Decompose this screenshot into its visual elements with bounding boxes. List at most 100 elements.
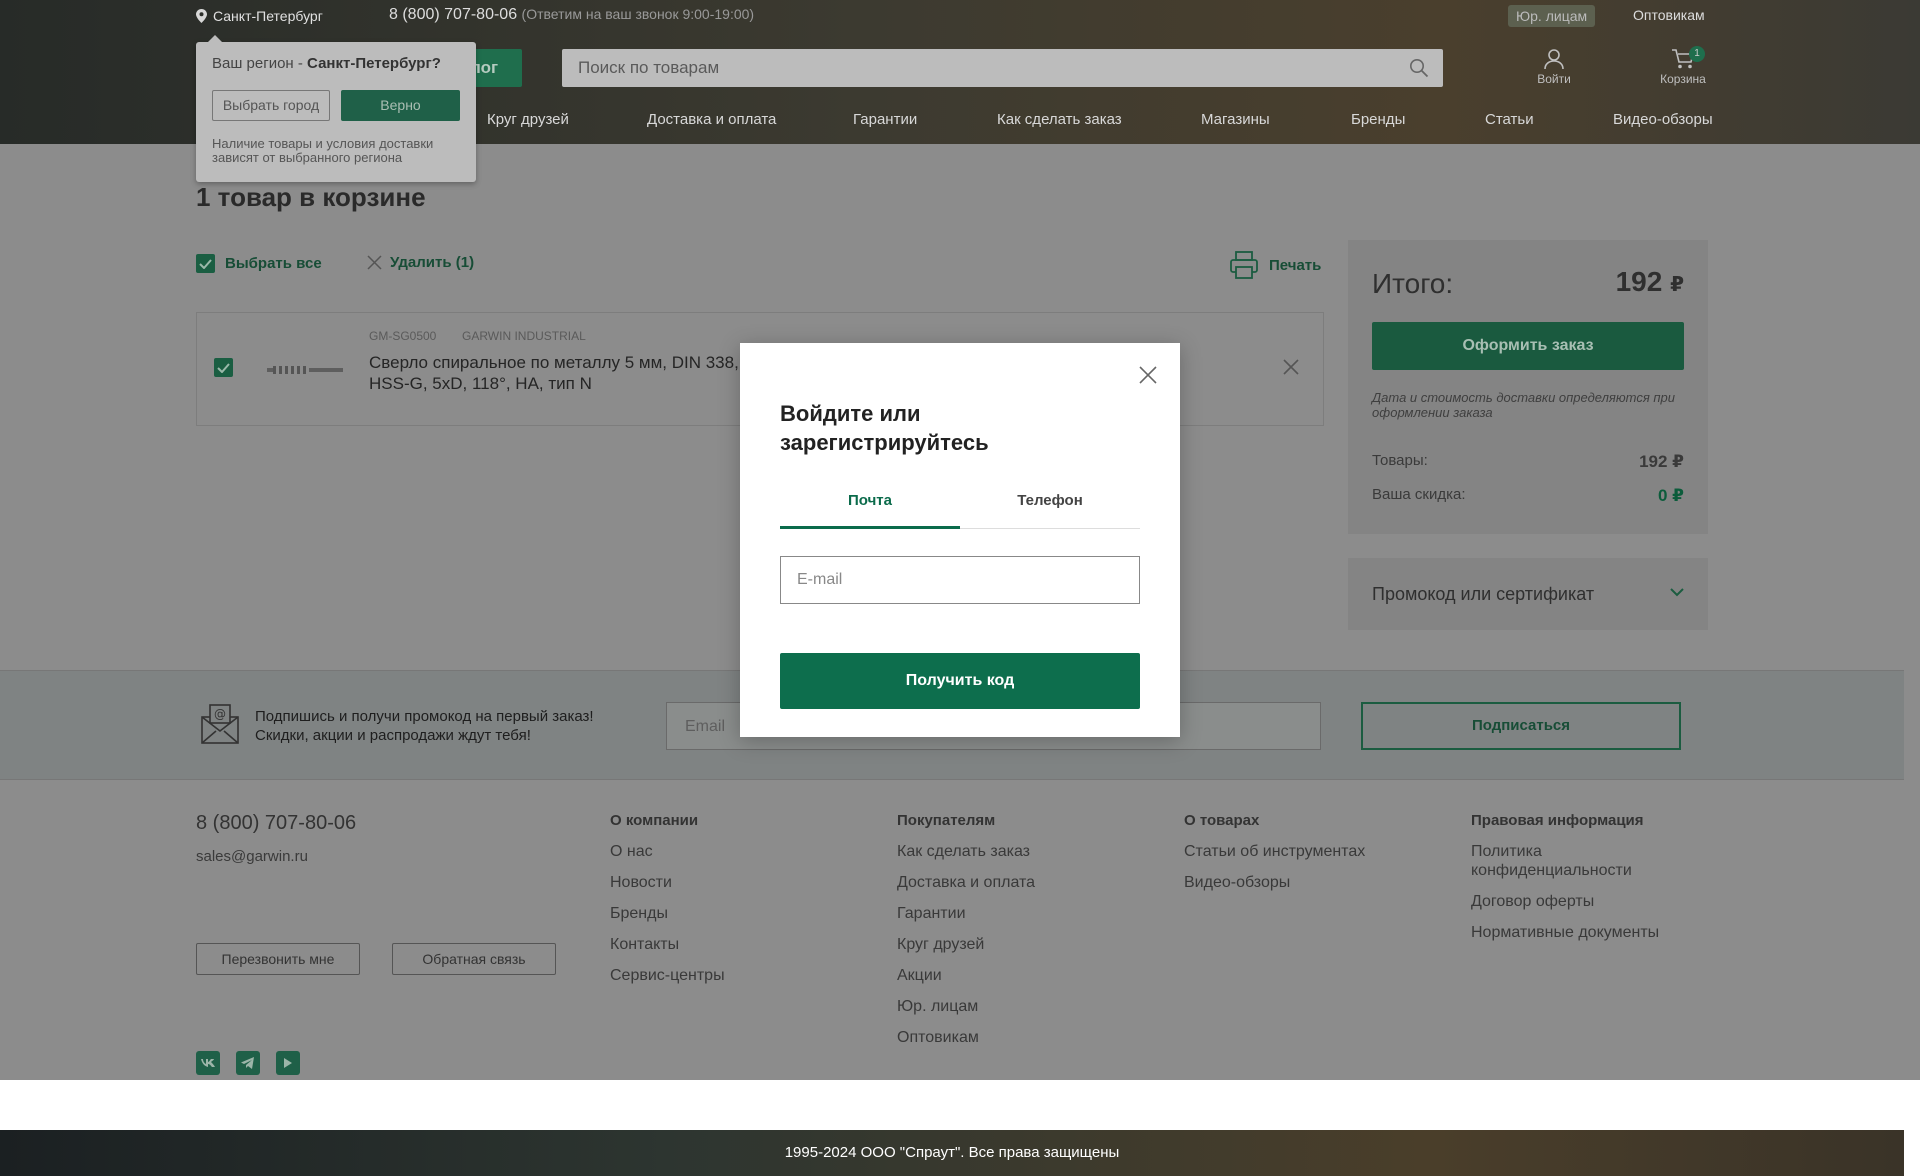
goods-row: Товары: 192 ₽ bbox=[1372, 452, 1684, 471]
login-button[interactable]: Войти bbox=[1524, 48, 1584, 86]
delete-selected-label: Удалить (1) bbox=[390, 254, 475, 271]
region-note: Наличие товары и условия доставки завися… bbox=[212, 136, 434, 165]
footer-col-buyers: Покупателям Как сделать заказ Доставка и… bbox=[897, 812, 1035, 1059]
footer-link[interactable]: Договор оферты bbox=[1471, 892, 1681, 911]
search-input[interactable] bbox=[562, 49, 1443, 87]
product-sku: GM-SG0500 bbox=[369, 329, 437, 343]
footer-phone[interactable]: 8 (800) 707-80-06 bbox=[196, 812, 356, 835]
footer-col-company: О компании О нас Новости Бренды Контакты… bbox=[610, 812, 725, 997]
wholesale-link[interactable]: Оптовикам bbox=[1633, 7, 1705, 23]
select-all-label: Выбрать все bbox=[225, 255, 322, 272]
printer-icon bbox=[1230, 251, 1258, 279]
product-image[interactable] bbox=[267, 366, 343, 374]
footer-link[interactable]: Нормативные документы bbox=[1471, 923, 1681, 942]
discount-row: Ваша скидка: 0 ₽ bbox=[1372, 486, 1684, 505]
footer-link[interactable]: Новости bbox=[610, 873, 725, 892]
checkout-button[interactable]: Оформить заказ bbox=[1372, 322, 1684, 370]
header-phone[interactable]: 8 (800) 707-80-06 (Ответим на ваш звонок… bbox=[389, 6, 754, 24]
nav-item-delivery[interactable]: Доставка и оплата bbox=[647, 111, 776, 128]
footer-col-title: О товарах bbox=[1184, 812, 1260, 829]
nav-item-warranty[interactable]: Гарантии bbox=[853, 111, 917, 128]
print-button[interactable]: Печать bbox=[1229, 250, 1321, 280]
footer-link[interactable]: Оптовикам bbox=[897, 1028, 1035, 1047]
item-checkbox[interactable] bbox=[214, 358, 233, 377]
footer-link[interactable]: Круг друзей bbox=[897, 935, 1035, 954]
print-label: Печать bbox=[1269, 256, 1322, 274]
delete-selected[interactable]: Удалить (1) bbox=[367, 254, 474, 271]
newsletter-line2: Скидки, акции и распродажи ждут тебя! bbox=[255, 727, 531, 744]
footer-link[interactable]: Контакты bbox=[610, 935, 725, 954]
footer-link[interactable]: Гарантии bbox=[897, 904, 1035, 923]
newsletter-placeholder: Email bbox=[685, 718, 726, 735]
footer-link[interactable]: Бренды bbox=[610, 904, 725, 923]
footer-link[interactable]: Доставка и оплата bbox=[897, 873, 1035, 892]
mail-icon: @ bbox=[201, 704, 239, 744]
youtube-icon[interactable] bbox=[276, 1051, 300, 1075]
search-bar bbox=[562, 49, 1443, 87]
subscribe-button[interactable]: Подписаться bbox=[1361, 702, 1681, 750]
telegram-icon[interactable] bbox=[236, 1051, 260, 1075]
nav-item-how-to-order[interactable]: Как сделать заказ bbox=[997, 111, 1122, 128]
footer-link[interactable]: Статьи об инструментах bbox=[1184, 842, 1365, 861]
chevron-down-icon bbox=[1670, 588, 1684, 597]
footer-link[interactable]: Политика конфиденциальности bbox=[1471, 842, 1681, 880]
footer-link[interactable]: О нас bbox=[610, 842, 725, 861]
search-icon[interactable] bbox=[1409, 58, 1429, 78]
discount-value: 0 ₽ bbox=[1657, 486, 1684, 505]
region-question: Ваш регион - Санкт-Петербург? bbox=[212, 55, 441, 72]
jur-link[interactable]: Юр. лицам bbox=[1508, 5, 1596, 27]
region-popup: Ваш регион - Санкт-Петербург? Выбрать го… bbox=[196, 35, 476, 182]
city-selector[interactable]: Санкт-Петербург bbox=[196, 8, 323, 24]
promo-code-toggle[interactable]: Промокод или сертификат bbox=[1348, 558, 1708, 630]
tab-email[interactable]: Почта bbox=[780, 483, 960, 529]
nav-item-brands[interactable]: Бренды bbox=[1351, 111, 1405, 128]
footer-col-goods: О товарах Статьи об инструментах Видео-о… bbox=[1184, 812, 1365, 904]
page-title: 1 товар в корзине bbox=[196, 182, 426, 212]
newsletter-text: Подпишись и получи промокод на первый за… bbox=[255, 707, 594, 745]
footer-email[interactable]: sales@garwin.ru bbox=[196, 848, 308, 865]
nav-item-friends[interactable]: Круг друзей bbox=[487, 111, 569, 128]
footer-col-title: О компании bbox=[610, 812, 699, 829]
choose-city-button[interactable]: Выбрать город bbox=[212, 90, 330, 121]
newsletter-line1: Подпишись и получи промокод на первый за… bbox=[255, 708, 594, 725]
telegram-glyph bbox=[241, 1057, 254, 1069]
email-field[interactable] bbox=[780, 556, 1140, 604]
top-bar: Санкт-Петербург 8 (800) 707-80-06 (Ответ… bbox=[0, 0, 1920, 30]
remove-item-icon[interactable] bbox=[1281, 357, 1301, 377]
vk-glyph bbox=[201, 1059, 215, 1067]
product-name[interactable]: Сверло спиральное по металлу 5 мм, DIN 3… bbox=[369, 352, 749, 394]
footer-link[interactable]: Акции bbox=[897, 966, 1035, 985]
copyright-bar: 1995-2024 ООО "Спраут". Все права защище… bbox=[0, 1130, 1904, 1176]
feedback-button[interactable]: Обратная связь bbox=[392, 943, 556, 975]
footer-link[interactable]: Как сделать заказ bbox=[897, 842, 1035, 861]
check-icon bbox=[199, 258, 212, 269]
tab-phone[interactable]: Телефон bbox=[960, 483, 1140, 529]
location-pin-icon bbox=[196, 9, 207, 23]
close-icon bbox=[367, 255, 382, 270]
footer-link[interactable]: Юр. лицам bbox=[897, 997, 1035, 1016]
youtube-glyph bbox=[284, 1058, 292, 1068]
delivery-note: Дата и стоимость доставки определяются п… bbox=[1372, 390, 1675, 420]
nav-item-videos[interactable]: Видео-обзоры bbox=[1613, 111, 1713, 128]
user-icon bbox=[1544, 49, 1564, 70]
select-all-checkbox[interactable] bbox=[196, 254, 215, 273]
footer-col-legal: Правовая информация Политика конфиденциа… bbox=[1471, 812, 1681, 954]
cart-button[interactable]: Корзина 1 bbox=[1653, 46, 1713, 86]
nav-item-articles[interactable]: Статьи bbox=[1485, 111, 1534, 128]
footer-link[interactable]: Сервис-центры bbox=[610, 966, 725, 985]
modal-title: Войдите или зарегистрируйтесь bbox=[780, 401, 989, 455]
select-all[interactable]: Выбрать все bbox=[196, 254, 322, 273]
confirm-city-button[interactable]: Верно bbox=[341, 90, 460, 121]
callback-button[interactable]: Перезвонить мне bbox=[196, 943, 360, 975]
get-code-button[interactable]: Получить код bbox=[780, 653, 1140, 709]
close-icon[interactable] bbox=[1138, 365, 1158, 385]
total-value: 192 ₽ bbox=[1616, 266, 1684, 298]
footer-col-title: Покупателям bbox=[897, 812, 996, 829]
nav-item-stores[interactable]: Магазины bbox=[1201, 111, 1270, 128]
city-name: Санкт-Петербург bbox=[213, 8, 323, 24]
footer-link[interactable]: Видео-обзоры bbox=[1184, 873, 1365, 892]
promo-label: Промокод или сертификат bbox=[1372, 584, 1595, 604]
discount-label: Ваша скидка: bbox=[1372, 486, 1466, 503]
total-amount: 192 bbox=[1615, 266, 1663, 297]
vk-icon[interactable] bbox=[196, 1051, 220, 1075]
